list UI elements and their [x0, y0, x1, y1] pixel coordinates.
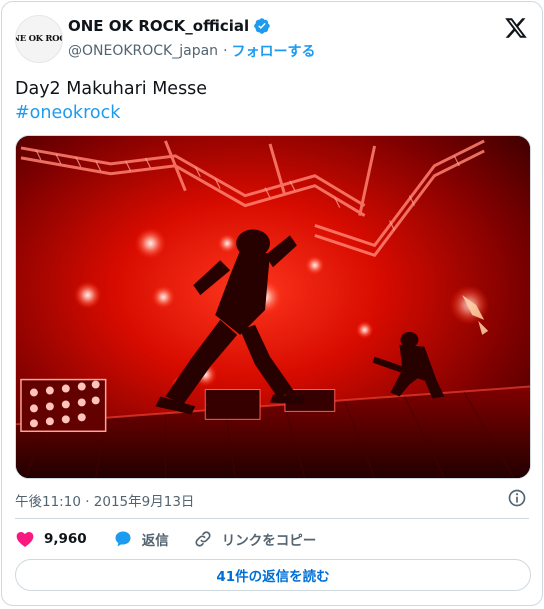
tweet-text: Day2 Makuhari Messe #oneokrock	[15, 77, 207, 125]
hashtag-link[interactable]: #oneokrock	[15, 101, 207, 125]
verified-badge-icon	[254, 18, 270, 34]
avatar-logo-text: ONE OK ROCK	[16, 34, 62, 44]
account-handle-row: @ONEOKROCK_japan · フォローする	[68, 41, 316, 61]
follow-button[interactable]: フォローする	[232, 41, 316, 61]
tweet-timestamp[interactable]: 午後11:10 · 2015年9月13日	[15, 490, 194, 510]
reply-button[interactable]: 返信	[113, 529, 169, 549]
heart-icon	[16, 532, 34, 547]
divider	[15, 518, 529, 519]
link-icon	[195, 531, 211, 547]
x-logo-icon[interactable]	[504, 16, 528, 40]
tweet-body: Day2 Makuhari Messe	[15, 79, 208, 99]
copy-link-label: リンクをコピー	[221, 533, 317, 549]
account-name-row: ONE OK ROCK_official	[68, 17, 271, 35]
concert-photo-image	[16, 136, 530, 478]
speech-bubble-icon	[115, 531, 131, 547]
info-icon[interactable]	[507, 488, 527, 508]
account-handle[interactable]: @ONEOKROCK_japan	[68, 43, 218, 59]
reply-label: 返信	[141, 533, 169, 549]
tweet-photo[interactable]	[15, 135, 531, 479]
read-replies-button[interactable]: 41件の返信を読む	[15, 559, 531, 591]
like-count: 9,960	[44, 531, 87, 547]
account-avatar[interactable]: ONE OK ROCK	[15, 15, 63, 63]
handle-separator: ·	[223, 43, 228, 59]
copy-link-button[interactable]: リンクをコピー	[193, 529, 317, 549]
tweet-actions: 9,960 返信 リンクをコピー	[15, 528, 316, 550]
account-display-name[interactable]: ONE OK ROCK_official	[68, 17, 249, 35]
tweet-embed-card: ONE OK ROCK ONE OK ROCK_official @ONEOKR…	[1, 1, 543, 606]
like-button[interactable]: 9,960	[15, 529, 87, 549]
